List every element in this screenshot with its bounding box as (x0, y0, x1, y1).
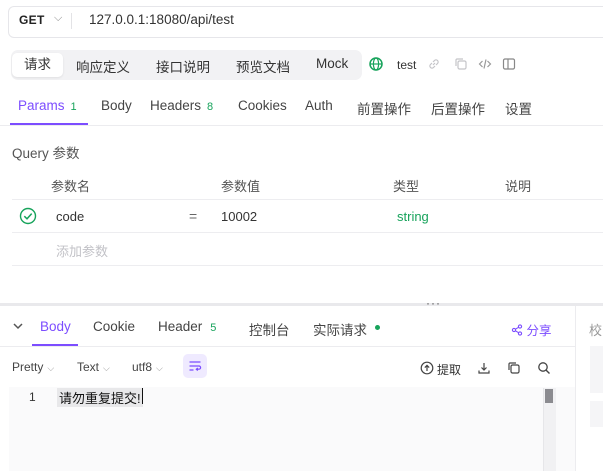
response-tab-body[interactable]: Body (40, 319, 71, 334)
param-value[interactable]: 10002 (221, 209, 257, 224)
divider (0, 125, 603, 126)
tab-settings[interactable]: 设置 (505, 98, 532, 118)
globe-icon[interactable] (369, 57, 383, 71)
link-icon[interactable] (427, 57, 441, 71)
tab-label: Header (158, 319, 203, 334)
tab-label: 控制台 (249, 323, 290, 338)
tab-response-definition[interactable]: 响应定义 (76, 56, 130, 76)
extract-icon[interactable] (420, 361, 434, 375)
param-operator: = (189, 208, 198, 224)
divider (12, 199, 603, 200)
divider (575, 306, 576, 471)
side-panel-title: 校 (589, 323, 603, 338)
tab-body[interactable]: Body (101, 98, 132, 113)
view-select[interactable]: Text ⌵ (77, 360, 110, 374)
tab-label: Headers (150, 98, 202, 113)
add-param-input[interactable]: 添加参数 (56, 241, 108, 260)
encoding-select[interactable]: utf8 ⌵ (132, 360, 163, 374)
divider (0, 346, 575, 347)
tab-auth[interactable]: Auth (305, 98, 333, 113)
tab-label: Body (101, 98, 132, 113)
format-value: Pretty (12, 360, 44, 374)
share-icon (511, 324, 523, 336)
side-panel-item[interactable] (590, 346, 603, 393)
section-title: Query 参数 (12, 146, 80, 161)
drag-dots-icon[interactable]: ··· (426, 296, 441, 310)
tab-pre-actions[interactable]: 前置操作 (357, 98, 411, 118)
tab-label: 前置操作 (357, 102, 411, 117)
tab-params[interactable]: Params 1 (18, 98, 77, 113)
view-value: Text (77, 360, 100, 374)
copy-icon[interactable] (507, 361, 521, 375)
code-icon[interactable] (478, 57, 492, 71)
tab-label: Auth (305, 98, 333, 113)
chevron-down-icon: ⌵ (103, 363, 110, 373)
chevron-down-icon: ⌵ (156, 363, 163, 373)
param-type[interactable]: string (397, 209, 429, 224)
param-name[interactable]: code (56, 209, 84, 224)
column-header-type: 类型 (393, 179, 420, 194)
text-caret (142, 388, 143, 404)
search-icon[interactable] (537, 361, 551, 375)
code-line[interactable]: 请勿重复提交! (57, 388, 143, 407)
resize-handle[interactable] (0, 303, 603, 306)
tab-cookies[interactable]: Cookies (238, 98, 287, 113)
tab-request[interactable]: 请求 (12, 53, 63, 77)
check-circle-icon[interactable] (19, 207, 37, 225)
tab-label: Body (40, 319, 71, 334)
side-panel-icon[interactable] (502, 57, 516, 71)
wrap-icon (189, 361, 202, 371)
response-tab-header[interactable]: Header 5 (158, 319, 216, 334)
url-input[interactable]: 127.0.0.1:18080/api/test (89, 12, 234, 27)
tab-count: 8 (207, 101, 214, 113)
tab-label: 实际请求 (313, 323, 367, 338)
status-dot (375, 325, 380, 330)
tab-headers[interactable]: Headers 8 (150, 98, 213, 113)
copy-icon[interactable] (454, 57, 468, 71)
chevron-down-icon[interactable] (12, 320, 24, 332)
tab-label: Cookies (238, 98, 287, 113)
tab-label: 设置 (505, 102, 532, 117)
tab-label: Cookie (93, 319, 136, 334)
tab-count: 1 (70, 101, 77, 113)
column-header-description: 说明 (505, 179, 532, 194)
method-select[interactable]: GET (19, 13, 45, 27)
response-tab-console[interactable]: 控制台 (249, 319, 290, 339)
format-select[interactable]: Pretty ⌵ (12, 360, 54, 374)
tab-label: 后置操作 (431, 102, 485, 117)
tab-api-description[interactable]: 接口说明 (156, 56, 210, 76)
column-header-name: 参数名 (51, 179, 91, 194)
environment-name[interactable]: test (397, 58, 416, 72)
download-icon[interactable] (477, 361, 491, 375)
side-panel-item[interactable] (590, 401, 603, 427)
divider (71, 13, 72, 29)
tab-preview-docs[interactable]: 预览文档 (236, 56, 290, 76)
word-wrap-button[interactable] (183, 354, 207, 378)
encoding-value: utf8 (132, 360, 153, 374)
tab-mock[interactable]: Mock (316, 56, 348, 71)
divider (12, 232, 603, 233)
line-number: 1 (29, 390, 36, 404)
tab-count: 5 (210, 322, 217, 334)
tab-post-actions[interactable]: 后置操作 (431, 98, 485, 118)
response-tab-actual-request[interactable]: 实际请求 (313, 319, 367, 339)
divider (12, 265, 603, 266)
chevron-down-icon: ⌵ (47, 363, 55, 373)
response-tab-cookie[interactable]: Cookie (93, 319, 135, 334)
share-label: 分享 (526, 324, 552, 338)
scrollbar-thumb[interactable] (545, 389, 553, 403)
extract-button[interactable]: 提取 (437, 361, 461, 378)
share-button[interactable]: 分享 (511, 320, 552, 339)
column-header-value: 参数值 (221, 179, 261, 194)
tab-label: Params (18, 98, 65, 113)
chevron-down-icon[interactable]: ⌵ (54, 12, 62, 25)
